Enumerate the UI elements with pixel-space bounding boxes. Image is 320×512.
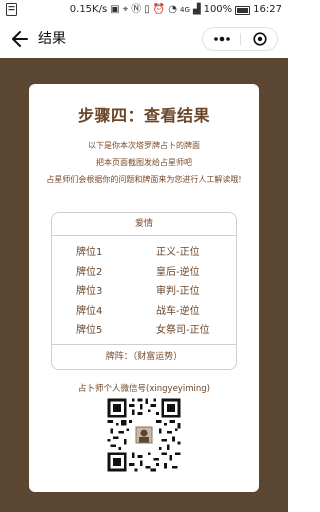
description-line-1: 以下是你本次塔罗牌占卜的牌面 — [88, 141, 200, 150]
back-arrow-icon[interactable] — [8, 28, 30, 50]
battery-icon — [235, 5, 251, 15]
spread-type: 牌阵：（财富运势） — [52, 344, 236, 369]
result-card: 步骤四：查看结果 以下是你本次塔罗牌占卜的牌面 把本页面截图发给占星师吧 占星师… — [29, 84, 259, 492]
result-table: 爱情 牌位1 正义-正位 牌位2 皇后-逆位 牌位3 审判-正位 牌位4 战车-… — [51, 212, 237, 370]
close-button[interactable] — [241, 28, 278, 50]
description-line-3: 占星师们会根据你的问题和牌面来为您进行人工解读哦! — [46, 175, 242, 184]
nfc-icon: Ⓝ — [131, 4, 142, 15]
card-result: 女祭司-正位 — [156, 325, 210, 336]
position-label: 牌位3 — [76, 286, 103, 297]
target-close-icon — [252, 32, 267, 46]
clock: 16:27 — [253, 4, 282, 15]
vibrate-icon: ▯ — [144, 4, 150, 15]
table-row: 牌位4 战车-逆位 — [52, 300, 236, 320]
alarm-icon: ⏰ — [152, 4, 166, 15]
card-result: 皇后-逆位 — [156, 266, 200, 278]
status-right: 0.15K/s ▣ ⌖ Ⓝ ▯ ⏰ ◔ 4G ▟ 100% 16:27 — [70, 0, 282, 20]
sim-icon: ▣ — [110, 4, 120, 15]
table-row: 牌位3 审判-正位 — [52, 280, 236, 300]
description-line-2: 把本页面截图发给占星师吧 — [96, 158, 192, 167]
position-label: 牌位1 — [76, 247, 103, 258]
table-row: 牌位2 皇后-逆位 — [52, 261, 236, 281]
position-label: 牌位4 — [76, 305, 103, 317]
app-notification-icon — [6, 3, 17, 16]
qr-code-image — [105, 396, 183, 474]
table-header: 爱情 — [52, 213, 236, 236]
status-bar: 0.15K/s ▣ ⌖ Ⓝ ▯ ⏰ ◔ 4G ▟ 100% 16:27 — [0, 0, 288, 20]
card-result: 审判-正位 — [156, 286, 200, 297]
card-result: 正义-正位 — [156, 247, 200, 258]
location-icon: ⌖ — [122, 4, 129, 15]
more-dots-icon — [213, 36, 230, 42]
card-result: 战车-逆位 — [156, 305, 200, 317]
network-speed: 0.15K/s — [69, 4, 108, 15]
position-label: 牌位2 — [76, 266, 103, 278]
nav-bar: 结果 — [0, 20, 288, 59]
table-rows: 牌位1 正义-正位 牌位2 皇后-逆位 牌位3 审判-正位 牌位4 战车-逆位 … — [52, 241, 236, 339]
more-button[interactable] — [203, 28, 240, 50]
page-title: 结果 — [38, 31, 66, 47]
battery-percent: 100% — [203, 4, 233, 15]
table-row: 牌位1 正义-正位 — [52, 241, 236, 261]
position-label: 牌位5 — [76, 325, 103, 336]
table-row: 牌位5 女祭司-正位 — [52, 319, 236, 339]
wechat-id-label: 占卜师个人微信号(xingyeyiming) — [78, 384, 210, 394]
wifi-icon: ◔ — [168, 4, 177, 15]
network-type: 4G — [179, 6, 190, 14]
signal-icon: ▟ — [192, 4, 201, 15]
mini-program-capsule — [202, 27, 278, 51]
step-title: 步骤四：查看结果 — [77, 106, 210, 125]
